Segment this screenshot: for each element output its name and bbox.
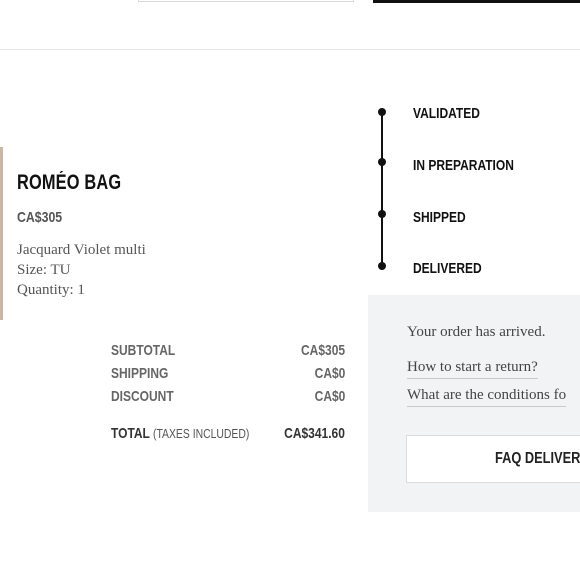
header-divider xyxy=(0,49,580,50)
total-value: CA$341.60 xyxy=(284,425,345,442)
status-delivered: DELIVERED xyxy=(413,260,482,277)
discount-label: DISCOUNT xyxy=(111,388,174,405)
discount-value: CA$0 xyxy=(314,388,345,405)
product-description: Jacquard Violet multi xyxy=(17,242,146,258)
top-input-field[interactable] xyxy=(138,0,354,2)
tracking-dot-shipped xyxy=(378,210,386,218)
subtotal-value: CA$305 xyxy=(300,342,345,359)
total-note: (TAXES INCLUDED) xyxy=(153,426,250,441)
status-in-preparation: IN PREPARATION xyxy=(413,157,514,174)
product-price: CA$305 xyxy=(17,209,63,226)
delivery-message: Your order has arrived. xyxy=(407,324,546,340)
tracking-dot-delivered xyxy=(378,262,386,270)
subtotal-row: SUBTOTAL CA$305 xyxy=(111,342,345,360)
top-action-button[interactable] xyxy=(373,0,580,3)
faq-delivery-button[interactable]: FAQ DELIVERY xyxy=(406,435,580,483)
product-quantity: Quantity: 1 xyxy=(17,282,85,298)
shipping-label: SHIPPING xyxy=(111,365,169,382)
product-name: ROMÉO BAG xyxy=(17,171,122,194)
return-link[interactable]: How to start a return? xyxy=(407,359,538,379)
shipping-row: SHIPPING CA$0 xyxy=(111,365,345,383)
discount-row: DISCOUNT CA$0 xyxy=(111,388,345,406)
total-row: TOTAL (TAXES INCLUDED) CA$341.60 xyxy=(111,425,345,443)
faq-delivery-label: FAQ DELIVERY xyxy=(495,450,580,467)
delivery-info-panel: Your order has arrived. How to start a r… xyxy=(368,295,580,512)
shipping-value: CA$0 xyxy=(314,365,345,382)
status-validated: VALIDATED xyxy=(413,105,480,122)
total-label: TOTAL (TAXES INCLUDED) xyxy=(111,425,249,442)
total-label-text: TOTAL xyxy=(111,425,150,442)
product-details: Jacquard Violet multi Size: TU Quantity:… xyxy=(17,240,146,300)
product-thumbnail[interactable] xyxy=(0,147,3,320)
tracking-timeline xyxy=(381,111,383,269)
tracking-dot-validated xyxy=(378,108,386,116)
product-size: Size: TU xyxy=(17,262,71,278)
conditions-link[interactable]: What are the conditions fo xyxy=(407,387,567,407)
status-shipped: SHIPPED xyxy=(413,209,466,226)
subtotal-label: SUBTOTAL xyxy=(111,342,176,359)
tracking-dot-preparation xyxy=(378,158,386,166)
